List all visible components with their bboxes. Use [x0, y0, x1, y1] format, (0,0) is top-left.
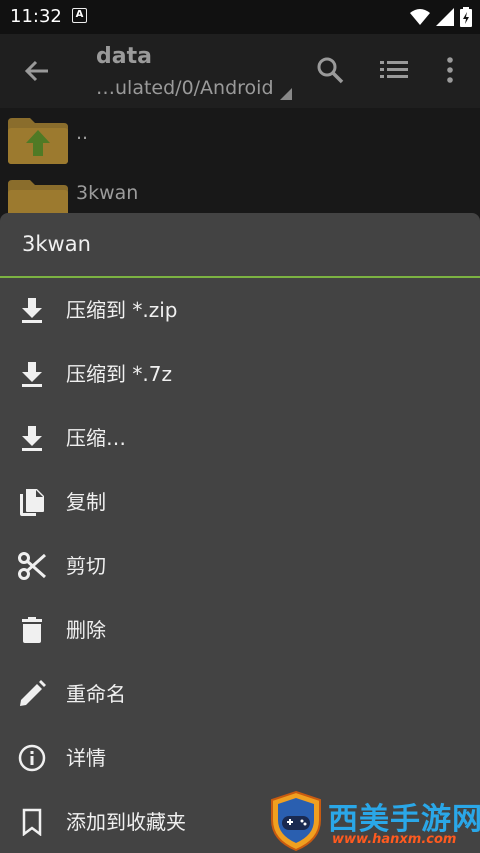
dropdown-caret-icon[interactable]: [280, 88, 292, 100]
wifi-icon: [410, 9, 430, 25]
file-list: .. 3kwan: [0, 108, 480, 226]
copy-icon: [20, 489, 44, 516]
app-bar: data …ulated/0/Android: [0, 34, 480, 108]
menu-item-label: 重命名: [66, 682, 126, 706]
download-icon: [22, 362, 42, 387]
menu-item-delete[interactable]: 删除: [0, 598, 480, 662]
download-icon: [22, 426, 42, 451]
menu-item-rename[interactable]: 重命名: [0, 662, 480, 726]
list-view-icon[interactable]: [380, 58, 408, 82]
menu-item-label: 添加到收藏夹: [66, 810, 186, 834]
status-icons: [410, 6, 472, 28]
download-icon: [22, 298, 42, 323]
menu-item-label: 剪切: [66, 554, 106, 578]
menu-item-compress-7z[interactable]: 压缩到 *.7z: [0, 342, 480, 406]
page-title: data: [96, 44, 152, 69]
menu-item-copy[interactable]: 复制: [0, 470, 480, 534]
file-name: ..: [76, 122, 89, 144]
back-arrow-icon[interactable]: [22, 56, 52, 86]
search-icon[interactable]: [316, 56, 344, 84]
watermark-url: www.hanxm.com: [332, 832, 457, 847]
notification-icon: A: [72, 8, 87, 23]
menu-item-label: 详情: [66, 746, 106, 770]
info-icon: [18, 744, 46, 772]
status-time: 11:32: [10, 6, 62, 27]
sheet-title: 3kwan: [22, 232, 91, 256]
scissors-icon: [18, 552, 46, 580]
watermark: 西美手游网 www.hanxm.com: [268, 790, 480, 852]
bookmark-icon: [22, 808, 42, 836]
battery-icon: [460, 7, 472, 27]
gamepad-logo-icon: [271, 790, 321, 852]
trash-icon: [22, 617, 42, 643]
signal-icon: [436, 8, 454, 26]
menu-item-compress[interactable]: 压缩…: [0, 406, 480, 470]
status-bar: 11:32 A: [0, 0, 480, 34]
menu-item-compress-zip[interactable]: 压缩到 *.zip: [0, 278, 480, 342]
menu-item-details[interactable]: 详情: [0, 726, 480, 790]
menu-item-label: 删除: [66, 618, 106, 642]
file-name: 3kwan: [76, 182, 139, 204]
pencil-icon: [20, 680, 46, 706]
menu-item-label: 压缩到 *.zip: [66, 298, 178, 322]
menu-item-label: 压缩…: [66, 426, 126, 450]
menu-item-cut[interactable]: 剪切: [0, 534, 480, 598]
file-row-parent[interactable]: ..: [0, 108, 480, 170]
context-menu-sheet: 3kwan 压缩到 *.zip 压缩到 *.7z 压缩… 复制 剪切 删除 重命…: [0, 213, 480, 853]
menu-item-label: 压缩到 *.7z: [66, 362, 172, 386]
folder-up-icon: [8, 118, 68, 164]
path-selector[interactable]: …ulated/0/Android: [96, 77, 274, 99]
menu-item-label: 复制: [66, 490, 106, 514]
more-vertical-icon[interactable]: [440, 56, 460, 84]
